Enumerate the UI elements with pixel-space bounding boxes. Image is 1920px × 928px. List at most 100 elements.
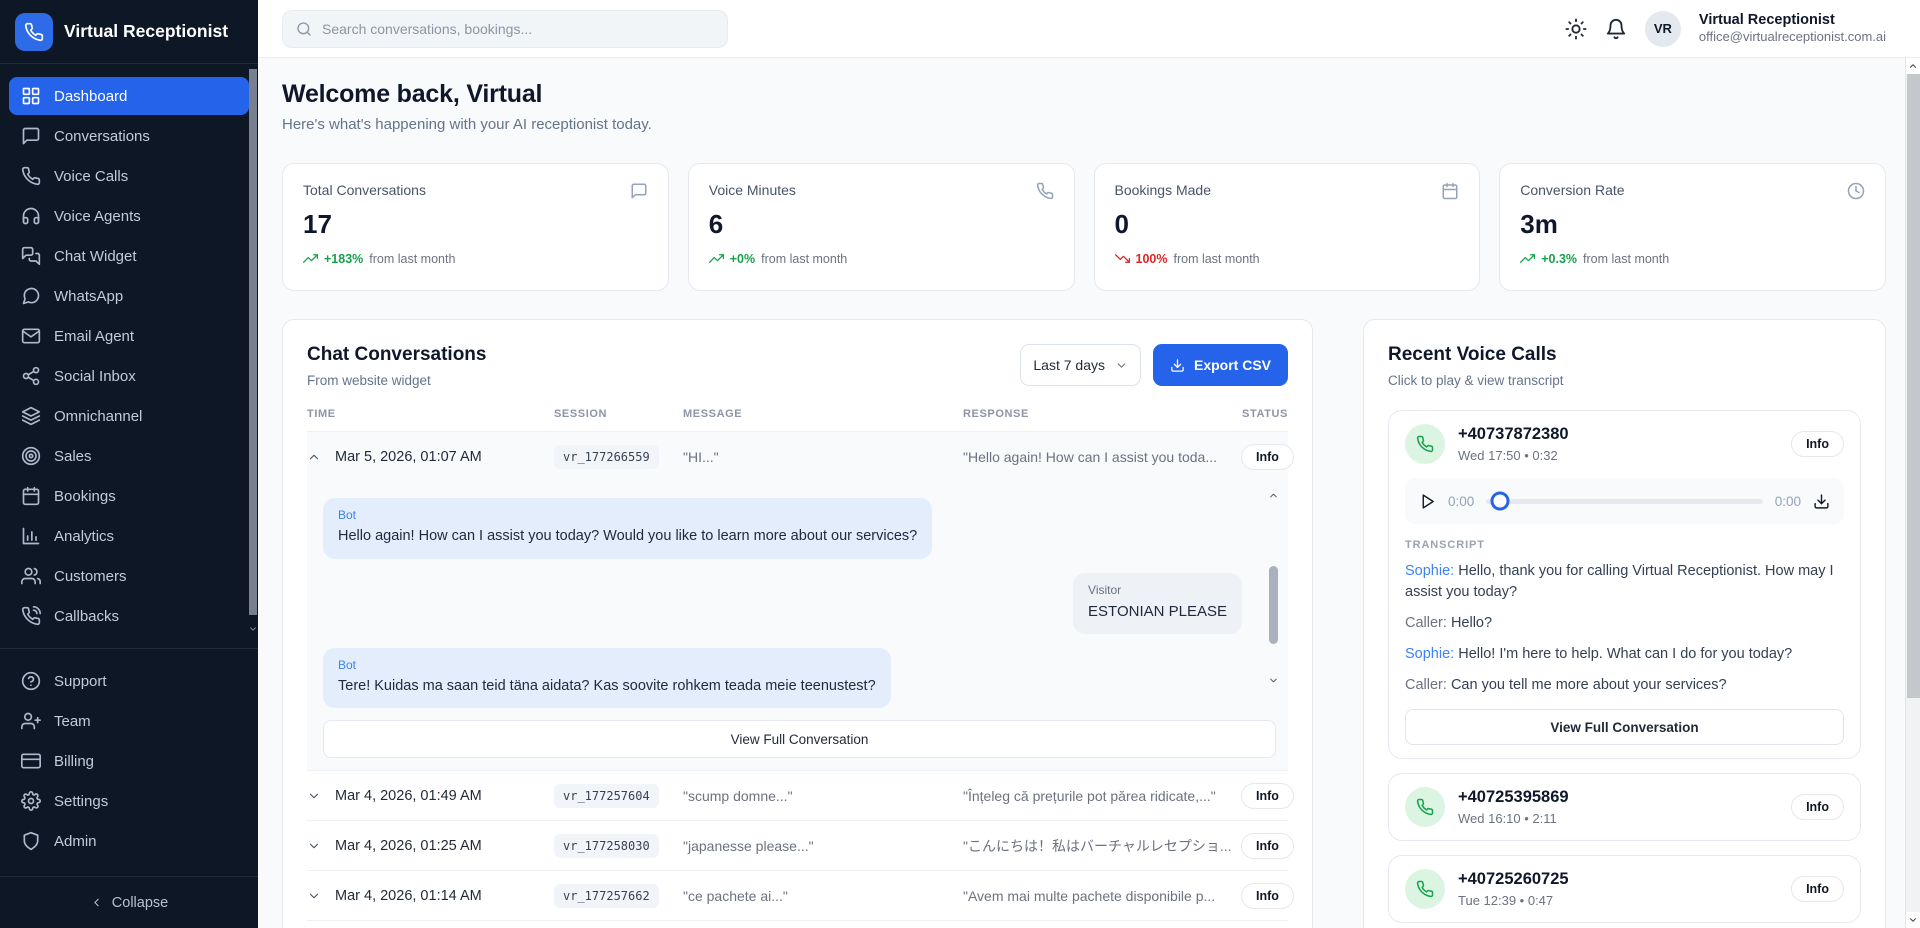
table-row[interactable] bbox=[307, 921, 1288, 928]
sidebar-item-label: Customers bbox=[54, 568, 127, 585]
transcript-text: Hello! I'm here to help. What can I do f… bbox=[1458, 646, 1792, 662]
sidebar-item-callbacks[interactable]: Callbacks bbox=[9, 597, 249, 635]
sidebar-item-email-agent[interactable]: Email Agent bbox=[9, 317, 249, 355]
voice-call-card[interactable]: +40725260725 Tue 12:39 • 0:47 Info bbox=[1388, 855, 1861, 923]
user-name: Virtual Receptionist bbox=[1699, 11, 1886, 29]
date-range-select[interactable]: Last 7 days bbox=[1020, 344, 1141, 386]
sidebar-item-label: Voice Agents bbox=[54, 208, 141, 225]
sidebar-item-settings[interactable]: Settings bbox=[9, 782, 249, 820]
conversation-scrollbar[interactable] bbox=[1266, 490, 1280, 686]
scroll-down-arrow-icon[interactable] bbox=[1906, 912, 1920, 928]
phone-icon bbox=[24, 22, 44, 42]
chevron-up-icon[interactable] bbox=[307, 450, 321, 464]
message-square-icon bbox=[21, 126, 41, 146]
sidebar-item-voice-calls[interactable]: Voice Calls bbox=[9, 157, 249, 195]
info-button[interactable]: Info bbox=[1241, 444, 1294, 470]
table-row[interactable]: Mar 4, 2026, 01:49 AM vr_177257604 "scum… bbox=[307, 771, 1288, 821]
view-full-conversation-button[interactable]: View Full Conversation bbox=[323, 720, 1276, 758]
scroll-up-arrow-icon[interactable] bbox=[1906, 58, 1920, 74]
sender-label: Bot bbox=[338, 658, 876, 672]
download-icon[interactable] bbox=[1813, 493, 1830, 510]
info-button[interactable]: Info bbox=[1241, 783, 1294, 809]
sidebar-scrollbar[interactable] bbox=[248, 64, 258, 648]
sidebar-item-label: Team bbox=[54, 713, 91, 730]
sidebar-item-label: Callbacks bbox=[54, 608, 119, 625]
voice-call-card[interactable]: +40725395869 Wed 16:10 • 2:11 Info bbox=[1388, 773, 1861, 841]
sidebar-item-social-inbox[interactable]: Social Inbox bbox=[9, 357, 249, 395]
search-input[interactable] bbox=[322, 21, 714, 37]
messages-icon bbox=[21, 246, 41, 266]
stat-card-voice-minutes: Voice Minutes 6 +0% from last month bbox=[688, 163, 1075, 291]
sidebar-item-customers[interactable]: Customers bbox=[9, 557, 249, 595]
voice-call-card[interactable]: +40737872380 Wed 17:50 • 0:32 Info 0:00 bbox=[1388, 410, 1861, 759]
stat-value: 0 bbox=[1115, 209, 1460, 240]
info-button[interactable]: Info bbox=[1791, 431, 1844, 457]
bar-chart-icon bbox=[21, 526, 41, 546]
sidebar-item-dashboard[interactable]: Dashboard bbox=[9, 77, 249, 115]
info-button[interactable]: Info bbox=[1241, 883, 1294, 909]
sidebar-item-sales[interactable]: Sales bbox=[9, 437, 249, 475]
chevron-down-icon[interactable] bbox=[307, 789, 321, 803]
transcript-line: Caller: Hello? bbox=[1405, 613, 1844, 634]
table-row[interactable]: Mar 4, 2026, 01:14 AM vr_177257662 "ce p… bbox=[307, 871, 1288, 921]
call-number: +40725395869 bbox=[1458, 788, 1569, 807]
session-badge: vr_177258030 bbox=[554, 834, 659, 858]
chevron-down-icon[interactable] bbox=[307, 889, 321, 903]
info-button[interactable]: Info bbox=[1791, 876, 1844, 902]
message-text: Tere! Kuidas ma saan teid täna aidata? K… bbox=[338, 677, 876, 697]
stats-row: Total Conversations 17 +183% from last m… bbox=[282, 163, 1886, 291]
sidebar-item-omnichannel[interactable]: Omnichannel bbox=[9, 397, 249, 435]
sidebar-item-voice-agents[interactable]: Voice Agents bbox=[9, 197, 249, 235]
page-scrollbar-thumb[interactable] bbox=[1907, 74, 1920, 698]
chevron-down-icon[interactable] bbox=[248, 624, 258, 634]
sidebar-item-admin[interactable]: Admin bbox=[9, 822, 249, 860]
sidebar-item-team[interactable]: Team bbox=[9, 702, 249, 740]
chevron-down-icon[interactable] bbox=[307, 839, 321, 853]
stat-label: Conversion Rate bbox=[1520, 182, 1624, 198]
page-scrollbar[interactable] bbox=[1905, 58, 1920, 928]
sidebar-item-analytics[interactable]: Analytics bbox=[9, 517, 249, 555]
export-csv-button[interactable]: Export CSV bbox=[1153, 344, 1288, 386]
sidebar-item-bookings[interactable]: Bookings bbox=[9, 477, 249, 515]
theme-toggle-sun-icon[interactable] bbox=[1565, 18, 1587, 40]
trend-up-icon bbox=[303, 251, 318, 266]
sidebar-item-support[interactable]: Support bbox=[9, 662, 249, 700]
table-row[interactable]: Mar 5, 2026, 01:07 AM vr_177266559 "HI..… bbox=[307, 432, 1288, 482]
transcript-text: Hello? bbox=[1451, 615, 1492, 631]
help-circle-icon bbox=[21, 671, 41, 691]
transcript-label: TRANSCRIPT bbox=[1405, 539, 1844, 551]
chevron-down-icon[interactable] bbox=[1268, 675, 1280, 686]
sidebar-scrollbar-thumb[interactable] bbox=[249, 69, 257, 615]
view-full-conversation-button[interactable]: View Full Conversation bbox=[1405, 709, 1844, 745]
column-response: RESPONSE bbox=[963, 408, 1241, 420]
chevron-up-icon[interactable] bbox=[1268, 490, 1280, 501]
player-current-time: 0:00 bbox=[1448, 494, 1474, 509]
conversation-scrollbar-thumb[interactable] bbox=[1269, 566, 1278, 644]
play-icon[interactable] bbox=[1419, 493, 1436, 510]
sidebar-item-chat-widget[interactable]: Chat Widget bbox=[9, 237, 249, 275]
sidebar-item-whatsapp[interactable]: WhatsApp bbox=[9, 277, 249, 315]
calendar-icon bbox=[1441, 182, 1459, 200]
player-seek-knob[interactable] bbox=[1491, 492, 1510, 511]
row-response: "Avem mai multe pachete disponibile p... bbox=[963, 888, 1241, 904]
column-session: SESSION bbox=[554, 408, 683, 420]
bell-icon[interactable] bbox=[1605, 18, 1627, 40]
info-button[interactable]: Info bbox=[1791, 794, 1844, 820]
table-row[interactable]: Mar 4, 2026, 01:25 AM vr_177258030 "japa… bbox=[307, 821, 1288, 871]
shield-icon bbox=[21, 831, 41, 851]
chevron-left-icon bbox=[90, 896, 103, 909]
global-search[interactable] bbox=[282, 10, 728, 48]
collapse-button[interactable]: Collapse bbox=[0, 876, 258, 928]
sidebar-item-conversations[interactable]: Conversations bbox=[9, 117, 249, 155]
row-response: "Hello again! How can I assist you toda.… bbox=[963, 449, 1241, 465]
chevron-down-icon bbox=[1115, 359, 1128, 372]
stat-trend-value: +0% bbox=[730, 252, 755, 266]
sidebar-item-billing[interactable]: Billing bbox=[9, 742, 249, 780]
app-root: Virtual Receptionist Dashboard Conversat… bbox=[0, 0, 1920, 928]
speaker-caller: Caller: bbox=[1405, 677, 1447, 693]
sidebar-item-label: Voice Calls bbox=[54, 168, 128, 185]
player-seek-track[interactable] bbox=[1486, 499, 1762, 504]
avatar[interactable]: VR bbox=[1645, 11, 1681, 47]
phone-callback-icon bbox=[21, 606, 41, 626]
info-button[interactable]: Info bbox=[1241, 833, 1294, 859]
